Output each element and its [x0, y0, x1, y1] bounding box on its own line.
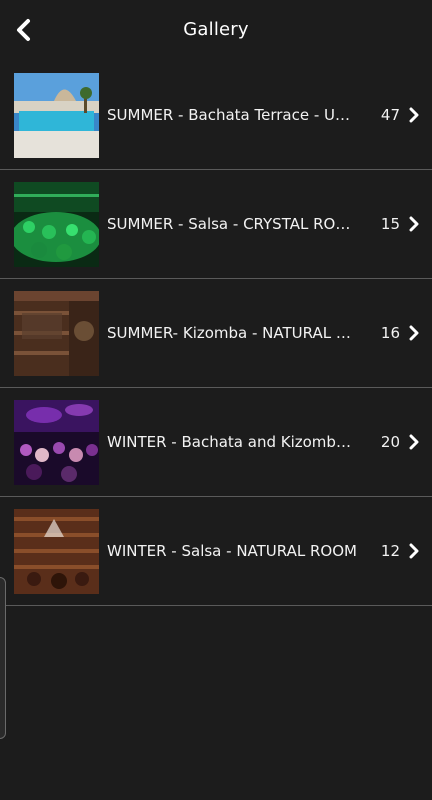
album-row[interactable]: SUMMER - Bachata Terrace - UR... 47	[0, 61, 432, 170]
photo-count: 47	[380, 106, 400, 124]
chevron-right-icon	[408, 325, 420, 341]
album-thumbnail	[14, 73, 99, 158]
album-list: SUMMER - Bachata Terrace - UR... 47 SUMM…	[0, 61, 432, 606]
album-row[interactable]: WINTER - Bachata and Kizomba -... 20	[0, 388, 432, 497]
album-title: SUMMER - Bachata Terrace - UR...	[107, 106, 359, 124]
album-title: SUMMER- Kizomba - NATURAL R...	[107, 324, 359, 342]
scroll-handle[interactable]	[0, 577, 6, 739]
chevron-right-icon	[408, 434, 420, 450]
photo-count: 15	[380, 215, 400, 233]
album-thumbnail	[14, 291, 99, 376]
album-row[interactable]: WINTER - Salsa - NATURAL ROOM 12	[0, 497, 432, 606]
photo-count: 20	[380, 433, 400, 451]
chevron-right-icon	[408, 543, 420, 559]
chevron-right-icon	[408, 216, 420, 232]
app-header: Gallery	[0, 0, 432, 62]
album-title: WINTER - Salsa - NATURAL ROOM	[107, 542, 357, 560]
page-title: Gallery	[183, 19, 249, 40]
album-title: SUMMER - Salsa - CRYSTAL ROOM	[107, 215, 359, 233]
album-thumbnail	[14, 400, 99, 485]
album-thumbnail	[14, 509, 99, 594]
album-row[interactable]: SUMMER - Salsa - CRYSTAL ROOM 15	[0, 170, 432, 279]
album-row[interactable]: SUMMER- Kizomba - NATURAL R... 16	[0, 279, 432, 388]
photo-count: 16	[380, 324, 400, 342]
chevron-right-icon	[408, 107, 420, 123]
album-thumbnail	[14, 182, 99, 267]
album-title: WINTER - Bachata and Kizomba -...	[107, 433, 359, 451]
photo-count: 12	[380, 542, 400, 560]
